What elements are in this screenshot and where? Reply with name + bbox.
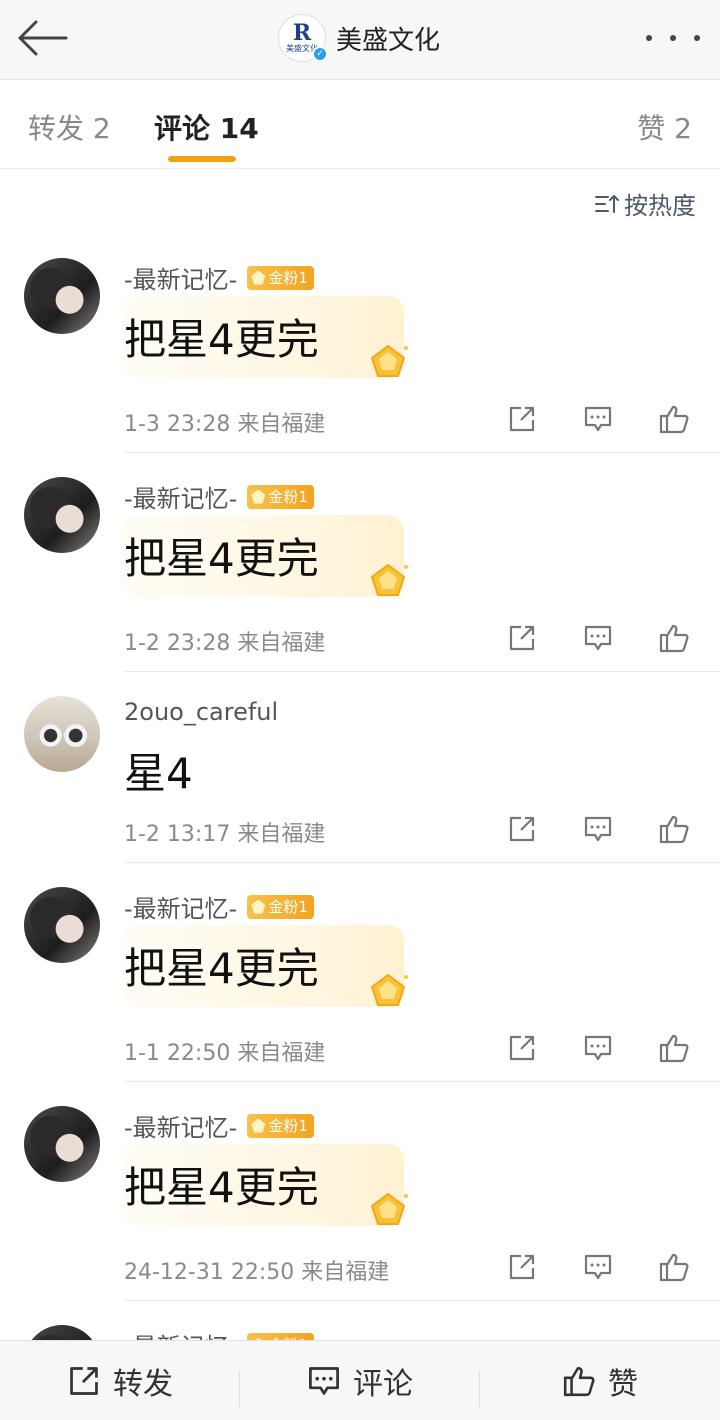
like-icon [563,1366,595,1397]
active-tab-indicator [168,156,236,162]
diamond-icon [251,899,266,914]
comment-author[interactable]: 2ouo_careful [124,698,278,726]
gold-crown-icon [370,973,408,1006]
divider [124,1300,720,1301]
repost-icon[interactable] [505,402,539,436]
like-icon[interactable] [657,1031,691,1065]
logo-r-glyph: R [292,20,312,46]
tab-bar: 转发 2 评论 14 赞 2 [0,81,720,169]
diamond-icon [251,270,266,285]
comment-button[interactable]: 评论 [240,1341,480,1420]
repost-icon [70,1367,98,1395]
comment-icon [309,1367,339,1395]
avatar[interactable] [24,887,100,963]
avatar[interactable] [24,696,100,772]
repost-icon[interactable] [505,1250,539,1284]
gold-crown-icon [370,344,408,377]
comment-author[interactable]: -最新记忆- 金粉1 [124,889,314,924]
comment-text: 把星4更完 [124,1163,319,1212]
username: -最新记忆- [124,1114,238,1142]
avatar[interactable] [24,477,100,553]
account-header[interactable]: R 美盛文化 美盛文化 [278,12,440,64]
comment-author[interactable]: -最新记忆- 金粉1 [124,479,314,514]
comment-text: 星4 [124,749,193,798]
repost-icon[interactable] [505,812,539,846]
verified-badge-icon: ✓ [312,46,328,62]
comment-author[interactable]: -最新记忆- 金粉1 [124,260,314,295]
comment-text: 把星4更完 [124,315,319,364]
tab-repost[interactable]: 转发 2 [28,107,111,147]
back-arrow-icon[interactable] [16,18,72,58]
comment-icon[interactable] [581,402,615,436]
avatar[interactable] [24,258,100,334]
gold-crown-icon [370,1192,408,1225]
sort-toggle[interactable]: 按热度 [594,186,696,221]
comment-meta: 1-2 13:17 来自福建 [124,822,326,847]
like-button[interactable]: 赞 [480,1341,720,1420]
comment-author[interactable]: -最新记忆- 金粉1 [124,1108,314,1143]
comment-text: 把星4更完 [124,944,319,993]
divider [124,671,720,672]
username: -最新记忆- [124,895,238,923]
top-bar: R 美盛文化 美盛文化 ✓ [0,0,720,80]
fan-badge: 金粉1 [247,484,314,509]
like-icon[interactable] [657,402,691,436]
repost-label: 转发 [113,1367,173,1402]
divider [124,1081,720,1082]
sort-icon [595,194,619,213]
comment-icon[interactable] [581,812,615,846]
diamond-icon [251,489,266,504]
comment-text: 把星4更完 [124,534,319,583]
like-icon[interactable] [657,1250,691,1284]
comment-meta: 1-2 23:28 来自福建 [124,631,326,656]
tab-comments[interactable]: 评论 14 [154,107,259,147]
more-options-icon[interactable] [646,26,700,50]
comment-meta: 24-12-31 22:50 来自福建 [124,1260,390,1285]
sort-label: 按热度 [624,192,696,220]
gold-crown-icon [370,563,408,596]
repost-icon[interactable] [505,1031,539,1065]
comment-icon[interactable] [581,1250,615,1284]
bottom-action-bar: 转发 评论 赞 [0,1340,720,1420]
comment-meta: 1-1 22:50 来自福建 [124,1041,326,1066]
tab-likes[interactable]: 赞 2 [637,107,692,147]
like-icon[interactable] [657,812,691,846]
comment-icon[interactable] [581,1031,615,1065]
comment-meta: 1-3 23:28 来自福建 [124,412,326,437]
like-label: 赞 [608,1367,638,1402]
divider [124,862,720,863]
avatar[interactable] [24,1106,100,1182]
fan-badge: 金粉1 [247,894,314,919]
comment-icon[interactable] [581,621,615,655]
diamond-icon [251,1118,266,1133]
username: -最新记忆- [124,266,238,294]
repost-button[interactable]: 转发 [0,1341,240,1420]
fan-badge: 金粉1 [247,265,314,290]
account-name: 美盛文化 [336,25,441,56]
fan-badge: 金粉1 [247,1113,314,1138]
username: 2ouo_careful [124,698,279,726]
comment-label: 评论 [353,1367,413,1402]
like-icon[interactable] [657,621,691,655]
divider [124,452,720,453]
repost-icon[interactable] [505,621,539,655]
username: -最新记忆- [124,485,238,513]
